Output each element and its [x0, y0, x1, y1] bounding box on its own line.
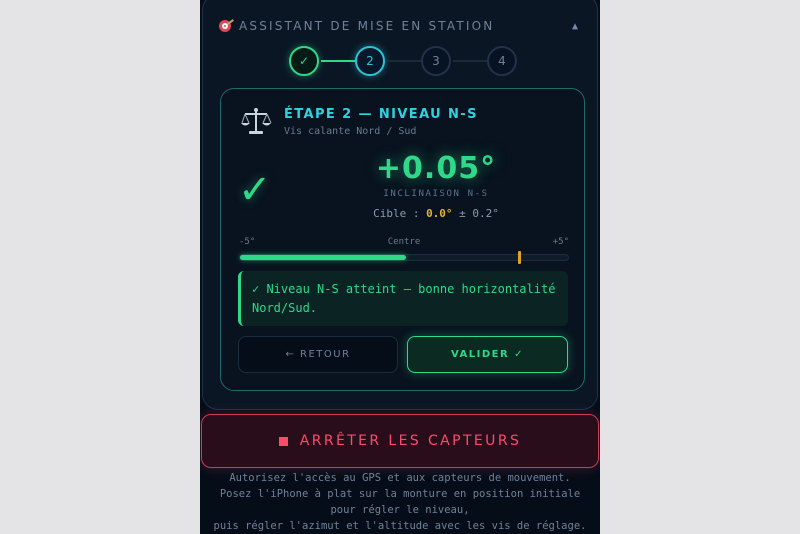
scale-max-label: +5° — [552, 237, 569, 247]
step-3-indicator[interactable]: 3 — [421, 46, 451, 76]
target-tolerance: Cible : 0.0° ± 0.2° — [331, 207, 541, 220]
target-prefix: Cible : — [373, 207, 427, 220]
validate-button[interactable]: VALIDER ✓ — [407, 336, 568, 373]
setup-assistant-panel: ASSISTANT DE MISE EN STATION ▲ ✓ 2 3 4 É… — [202, 0, 598, 410]
stop-sensors-button[interactable]: ARRÊTER LES CAPTEURS — [201, 414, 599, 468]
step-progress: ✓ 2 3 4 — [289, 46, 517, 76]
assistant-title: ASSISTANT DE MISE EN STATION — [239, 19, 495, 33]
level-bar-fill — [240, 255, 406, 260]
step-2-indicator[interactable]: 2 — [355, 46, 385, 76]
help-line: pour régler le niveau, — [330, 504, 470, 516]
tilt-reading-label: INCLINAISON N-S — [383, 189, 489, 199]
level-ok-check-icon: ✓ — [238, 167, 272, 213]
balance-scale-icon — [241, 108, 272, 134]
target-icon — [219, 19, 234, 32]
status-message: ✓ Niveau N-S atteint — bonne horizontali… — [238, 271, 568, 326]
scale-min-label: -5° — [239, 237, 256, 247]
level-bar-marker — [517, 251, 521, 264]
tilt-reading: +0.05° — [375, 151, 497, 186]
step-card: ÉTAPE 2 — NIVEAU N-S Vis calante Nord / … — [220, 88, 585, 391]
help-line: Posez l'iPhone à plat sur la monture en … — [219, 488, 581, 500]
step-connector — [453, 60, 489, 62]
step-1-indicator[interactable]: ✓ — [289, 46, 319, 76]
stop-sensors-label: ARRÊTER LES CAPTEURS — [299, 433, 522, 449]
level-bar — [239, 251, 569, 264]
help-line: puis régler l'azimut et l'altitude avec … — [213, 520, 587, 532]
target-value: 0.0° — [426, 207, 453, 220]
stop-icon — [278, 436, 288, 446]
back-button[interactable]: ← RETOUR — [238, 336, 398, 373]
step-title: ÉTAPE 2 — NIVEAU N-S — [284, 107, 478, 122]
target-tolerance-suffix: ± 0.2° — [452, 207, 499, 220]
help-line: Autorisez l'accès au GPS et aux capteurs… — [229, 472, 571, 484]
step-connector — [321, 60, 357, 62]
scale-center-label: Centre — [387, 237, 421, 247]
app-screen: ASSISTANT DE MISE EN STATION ▲ ✓ 2 3 4 É… — [200, 0, 600, 534]
chevron-up-icon[interactable]: ▲ — [569, 21, 581, 32]
step-subtitle: Vis calante Nord / Sud — [284, 126, 417, 137]
help-text: Autorisez l'accès au GPS et aux capteurs… — [200, 470, 600, 534]
step-connector — [387, 60, 423, 62]
assistant-header[interactable]: ASSISTANT DE MISE EN STATION ▲ — [219, 17, 581, 35]
step-4-indicator[interactable]: 4 — [487, 46, 517, 76]
